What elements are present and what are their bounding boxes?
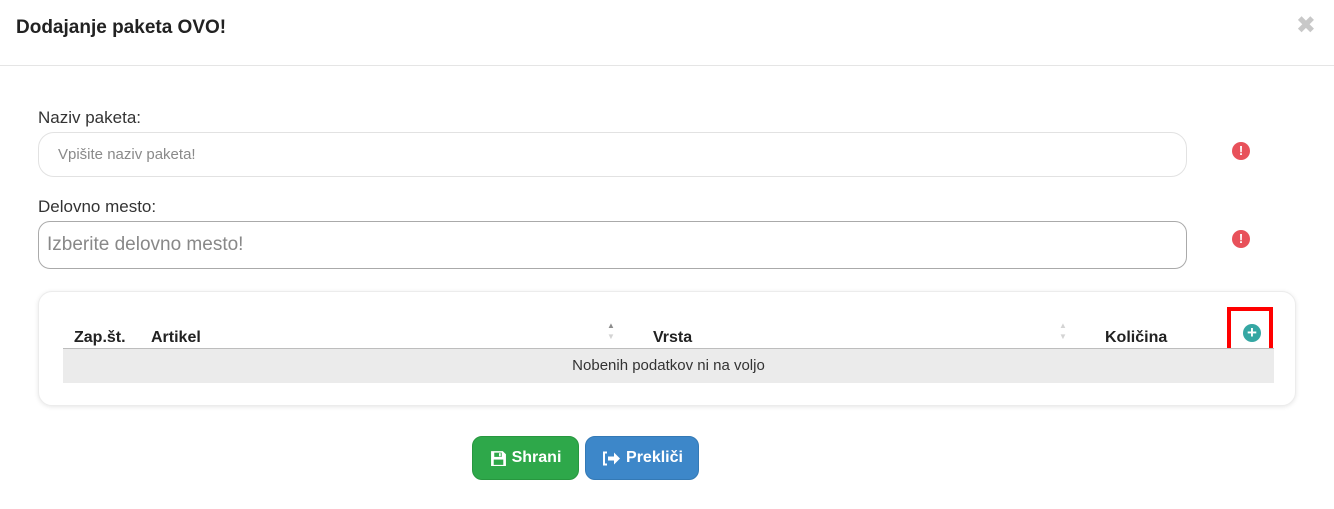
items-table: Zap.št. Artikel ▲ ▼ Vrsta ▲ ▼ Količina + N… bbox=[38, 291, 1296, 406]
save-button[interactable]: Shrani bbox=[472, 436, 579, 480]
package-name-field-wrap bbox=[38, 132, 1187, 177]
workplace-label: Delovno mesto: bbox=[38, 197, 157, 216]
cancel-button[interactable]: Prekliči bbox=[585, 436, 699, 480]
dialog-title: Dodajanje paketa OVO! bbox=[16, 17, 227, 38]
workplace-select[interactable] bbox=[39, 222, 1186, 268]
sort-icon[interactable]: ▲ ▼ bbox=[1058, 320, 1068, 342]
package-name-label: Naziv paketa: bbox=[38, 108, 141, 127]
sign-out-icon bbox=[601, 450, 621, 467]
floppy-disk-icon bbox=[490, 450, 507, 467]
close-icon[interactable]: ✖ bbox=[1296, 14, 1316, 38]
column-header-number[interactable]: Zap.št. bbox=[74, 329, 126, 347]
plus-circle-icon[interactable]: + bbox=[1243, 324, 1261, 342]
cancel-button-label: Prekliči bbox=[626, 449, 683, 466]
sort-icon[interactable]: ▲ ▼ bbox=[606, 320, 616, 342]
dialog-header: Dodajanje paketa OVO! ✖ bbox=[0, 0, 1334, 66]
exclamation-circle-icon: ! bbox=[1232, 142, 1250, 160]
save-button-label: Shrani bbox=[511, 449, 562, 466]
column-header-type[interactable]: Vrsta bbox=[653, 329, 692, 347]
empty-table-message: Nobenih podatkov ni na voljo bbox=[63, 349, 1274, 383]
column-header-quantity[interactable]: Količina bbox=[1105, 329, 1167, 347]
column-header-article[interactable]: Artikel bbox=[151, 329, 201, 347]
package-name-input[interactable] bbox=[39, 133, 1186, 176]
workplace-select-wrap bbox=[38, 221, 1187, 269]
exclamation-circle-icon: ! bbox=[1232, 230, 1250, 248]
